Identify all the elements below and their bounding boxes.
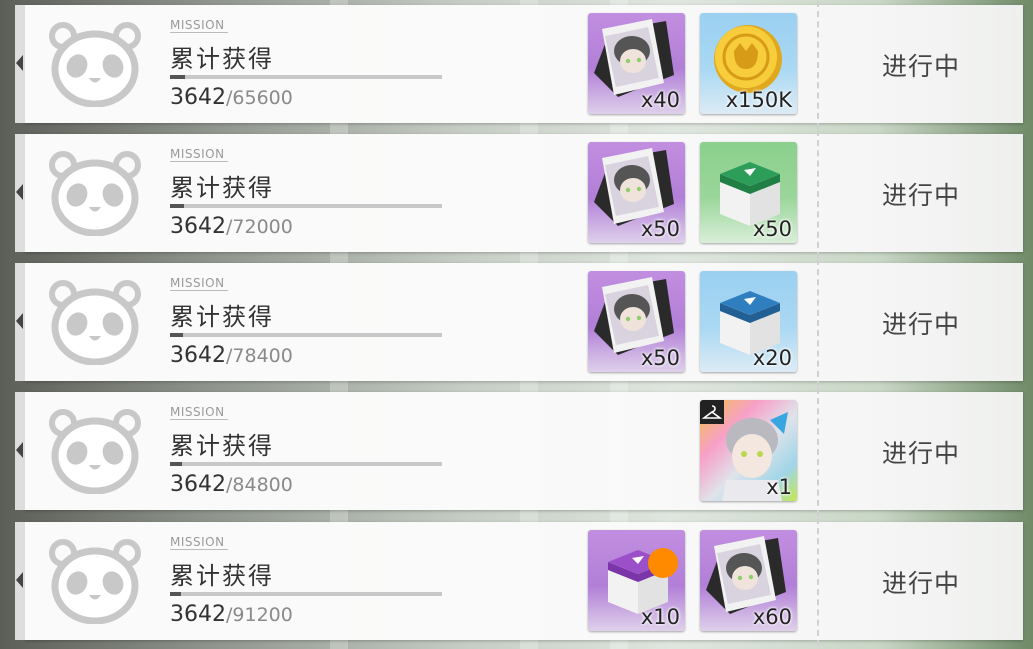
- status-label[interactable]: 进行中: [845, 434, 997, 470]
- reward-count: x50: [640, 217, 680, 241]
- progress-bar: [170, 462, 442, 466]
- progress-current: 3642: [170, 602, 226, 627]
- mission-tag: MISSION: [170, 147, 225, 161]
- reward-count: x50: [640, 346, 680, 370]
- progress-bar: [170, 592, 442, 596]
- row-divider: [817, 518, 819, 646]
- panda-icon: [49, 539, 141, 624]
- expand-arrow-icon[interactable]: [16, 313, 23, 329]
- progress-bar: [170, 204, 442, 208]
- progress-text: 3642/72000: [170, 214, 293, 239]
- reward-item[interactable]: x60: [700, 530, 797, 631]
- expand-arrow-icon[interactable]: [16, 55, 23, 71]
- progress-current: 3642: [170, 343, 226, 368]
- expand-arrow-icon[interactable]: [16, 184, 23, 200]
- reward-item[interactable]: x1: [700, 400, 797, 501]
- reward-count: x1: [766, 475, 792, 499]
- progress-current: 3642: [170, 472, 226, 497]
- progress-bar: [170, 333, 442, 337]
- mission-title: 累计获得: [170, 174, 274, 202]
- mission-title: 累计获得: [170, 45, 274, 73]
- progress-text: 3642/65600: [170, 85, 293, 110]
- progress-text: 3642/84800: [170, 472, 293, 497]
- mission-tag-underline: [170, 549, 228, 550]
- progress-bar-fill: [170, 333, 183, 337]
- reward-item[interactable]: x20: [700, 271, 797, 372]
- reward-count: x60: [752, 605, 792, 629]
- mission-tag: MISSION: [170, 276, 225, 290]
- mission-list: MISSION 累计获得 3642/65600 x40 x150K 进行中 MI…: [0, 0, 1033, 649]
- row-divider: [817, 130, 819, 258]
- panda-icon: [49, 22, 141, 107]
- progress-target: /72000: [226, 216, 293, 238]
- progress-bar: [170, 75, 442, 79]
- progress-text: 3642/91200: [170, 602, 293, 627]
- progress-target: /78400: [226, 345, 293, 367]
- mission-title: 累计获得: [170, 303, 274, 331]
- mission-title: 累计获得: [170, 432, 274, 460]
- panda-icon: [49, 151, 141, 236]
- mission-tag-underline: [170, 419, 228, 420]
- mission-tag: MISSION: [170, 18, 225, 32]
- reward-item[interactable]: x50: [700, 142, 797, 243]
- reward-item[interactable]: x50: [588, 142, 685, 243]
- panda-icon: [49, 409, 141, 494]
- progress-bar-fill: [170, 462, 182, 466]
- progress-text: 3642/78400: [170, 343, 293, 368]
- mission-row: MISSION 累计获得 3642/84800 x1 进行中: [15, 388, 1023, 516]
- mission-title: 累计获得: [170, 562, 274, 590]
- mission-tag: MISSION: [170, 405, 225, 419]
- expand-arrow-icon[interactable]: [16, 572, 23, 588]
- mission-tag-underline: [170, 32, 228, 33]
- row-divider: [817, 388, 819, 516]
- mission-row: MISSION 累计获得 3642/78400 x50 x20 进行中: [15, 259, 1023, 387]
- progress-target: /65600: [226, 87, 293, 109]
- progress-bar-fill: [170, 592, 181, 596]
- progress-current: 3642: [170, 214, 226, 239]
- row-divider: [817, 259, 819, 387]
- mission-tag: MISSION: [170, 535, 225, 549]
- status-label[interactable]: 进行中: [845, 176, 997, 212]
- mission-tag-underline: [170, 161, 228, 162]
- status-label[interactable]: 进行中: [845, 47, 997, 83]
- status-label[interactable]: 进行中: [845, 564, 997, 600]
- row-divider: [817, 1, 819, 129]
- notification-dot: [648, 548, 678, 578]
- progress-bar-fill: [170, 75, 186, 79]
- reward-count: x150K: [725, 88, 792, 112]
- reward-count: x40: [640, 88, 680, 112]
- progress-target: /84800: [226, 474, 293, 496]
- reward-item[interactable]: x50: [588, 271, 685, 372]
- expand-arrow-icon[interactable]: [16, 442, 23, 458]
- mission-row: MISSION 累计获得 3642/91200 x10 x60 进行中: [15, 518, 1023, 646]
- reward-count: x10: [640, 605, 680, 629]
- reward-item[interactable]: x10: [588, 530, 685, 631]
- progress-bar-fill: [170, 204, 184, 208]
- reward-count: x20: [752, 346, 792, 370]
- panda-icon: [49, 280, 141, 365]
- reward-count: x50: [752, 217, 792, 241]
- mission-tag-underline: [170, 290, 228, 291]
- status-label[interactable]: 进行中: [845, 305, 997, 341]
- mission-row: MISSION 累计获得 3642/65600 x40 x150K 进行中: [15, 1, 1023, 129]
- reward-item[interactable]: x150K: [700, 13, 797, 114]
- mission-row: MISSION 累计获得 3642/72000 x50 x50 进行中: [15, 130, 1023, 258]
- reward-item[interactable]: x40: [588, 13, 685, 114]
- progress-target: /91200: [226, 604, 293, 626]
- progress-current: 3642: [170, 85, 226, 110]
